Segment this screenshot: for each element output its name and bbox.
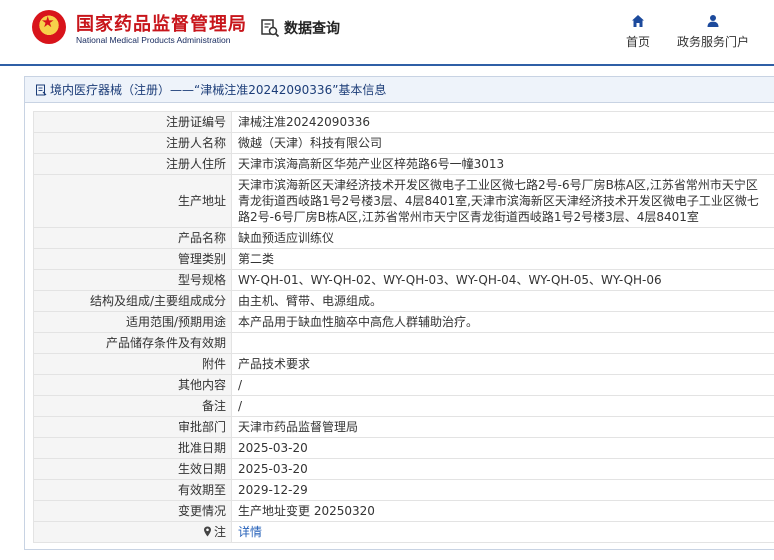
note-label-cell: 注 [33,521,232,543]
field-label: 生效日期 [33,458,232,480]
field-value: WY-QH-01、WY-QH-02、WY-QH-03、WY-QH-04、WY-Q… [231,269,774,291]
field-value: / [231,395,774,417]
panel-title: 境内医疗器械（注册）——“津械注准20242090336”基本信息 [50,82,387,97]
field-label: 审批部门 [33,416,232,438]
nav-gov-label: 政务服务门户 [676,35,749,49]
table-row: 其他内容 / [33,374,774,396]
field-label: 管理类别 [33,248,232,270]
field-value: 本产品用于缺血性脑卒中高危人群辅助治疗。 [231,311,774,333]
field-label: 注册人住所 [33,153,232,175]
field-label: 产品名称 [33,227,232,249]
field-label: 产品储存条件及有效期 [33,332,232,354]
field-value: 第二类 [231,248,774,270]
field-value: 天津市药品监督管理局 [231,416,774,438]
table-row: 注册人名称 微越（天津）科技有限公司 [33,132,774,154]
table-row-note: 注详情 [33,521,774,543]
panel-header: 境内医疗器械（注册）——“津械注准20242090336”基本信息 [25,77,774,103]
field-value: 2025-03-20 [231,437,774,459]
field-value: 2025-03-20 [231,458,774,480]
field-value: 津械注准20242090336 [231,111,774,133]
nav-home-label: 首页 [625,35,650,49]
table-row: 备注 / [33,395,774,417]
site-logo-title[interactable]: 国家药品监督管理局 [76,10,247,36]
national-emblem-logo[interactable] [32,10,66,44]
data-search-icon [261,19,280,38]
field-value: / [231,374,774,396]
details-link[interactable]: 详情 [238,525,262,539]
header-divider [0,64,774,66]
table-row: 注册人住所 天津市滨海高新区华苑产业区梓苑路6号一幢3013 [33,153,774,175]
field-value [231,332,774,354]
field-value: 产品技术要求 [231,353,774,375]
pin-icon [203,526,211,537]
table-row: 批准日期 2025-03-20 [33,437,774,459]
field-label: 备注 [33,395,232,417]
table-row: 附件 产品技术要求 [33,353,774,375]
user-icon [707,15,719,27]
table-row: 审批部门 天津市药品监督管理局 [33,416,774,438]
home-icon [632,15,644,27]
nav-home[interactable]: 首页 [622,14,654,50]
table-row: 型号规格 WY-QH-01、WY-QH-02、WY-QH-03、WY-QH-04、… [33,269,774,291]
table-row: 适用范围/预期用途 本产品用于缺血性脑卒中高危人群辅助治疗。 [33,311,774,333]
table-row: 有效期至 2029-12-29 [33,479,774,501]
field-label: 附件 [33,353,232,375]
field-value: 微越（天津）科技有限公司 [231,132,774,154]
field-label: 结构及组成/主要组成成分 [33,290,232,312]
note-label: 注 [213,525,226,539]
field-label: 生产地址 [33,174,232,228]
table-row: 注册证编号 津械注准20242090336 [33,111,774,133]
table-row: 结构及组成/主要组成成分 由主机、臂带、电源组成。 [33,290,774,312]
registration-info-table: 注册证编号 津械注准20242090336 注册人名称 微越（天津）科技有限公司 注册人… [33,111,774,543]
table-row: 产品名称 缺血预适应训练仪 [33,227,774,249]
field-label: 适用范围/预期用途 [33,311,232,333]
field-label: 有效期至 [33,479,232,501]
table-row: 产品储存条件及有效期 [33,332,774,354]
field-label: 型号规格 [33,269,232,291]
field-value: 缺血预适应训练仪 [231,227,774,249]
note-value-cell: 详情 [231,521,774,543]
site-logo-subtitle[interactable]: National Medical Products Administration [76,35,231,45]
nav-gov-service-portal[interactable]: 政务服务门户 [676,14,750,50]
field-value: 由主机、臂带、电源组成。 [231,290,774,312]
data-query-link[interactable]: 数据查询 [260,18,340,38]
data-query-label: 数据查询 [284,21,340,37]
table-row: 管理类别 第二类 [33,248,774,270]
table-row: 变更情况 生产地址变更 20250320 [33,500,774,522]
field-label: 其他内容 [33,374,232,396]
field-label: 注册人名称 [33,132,232,154]
field-label: 注册证编号 [33,111,232,133]
detail-panel: 境内医疗器械（注册）——“津械注准20242090336”基本信息 注册证编号津… [24,76,774,550]
field-value: 2029-12-29 [231,479,774,501]
site-header: 国家药品监督管理局 National Medical Products Admi… [0,0,774,64]
document-icon [36,84,47,95]
field-value: 生产地址变更 20250320 [231,500,774,522]
table-row: 生效日期 2025-03-20 [33,458,774,480]
table-row: 生产地址 天津市滨海新区天津经济技术开发区微电子工业区微七路2号-6号厂房B栋A区… [33,174,774,228]
field-value: 天津市滨海新区天津经济技术开发区微电子工业区微七路2号-6号厂房B栋A区,江苏省… [231,174,774,228]
field-value: 天津市滨海高新区华苑产业区梓苑路6号一幢3013 [231,153,774,175]
field-label: 变更情况 [33,500,232,522]
field-label: 批准日期 [33,437,232,459]
